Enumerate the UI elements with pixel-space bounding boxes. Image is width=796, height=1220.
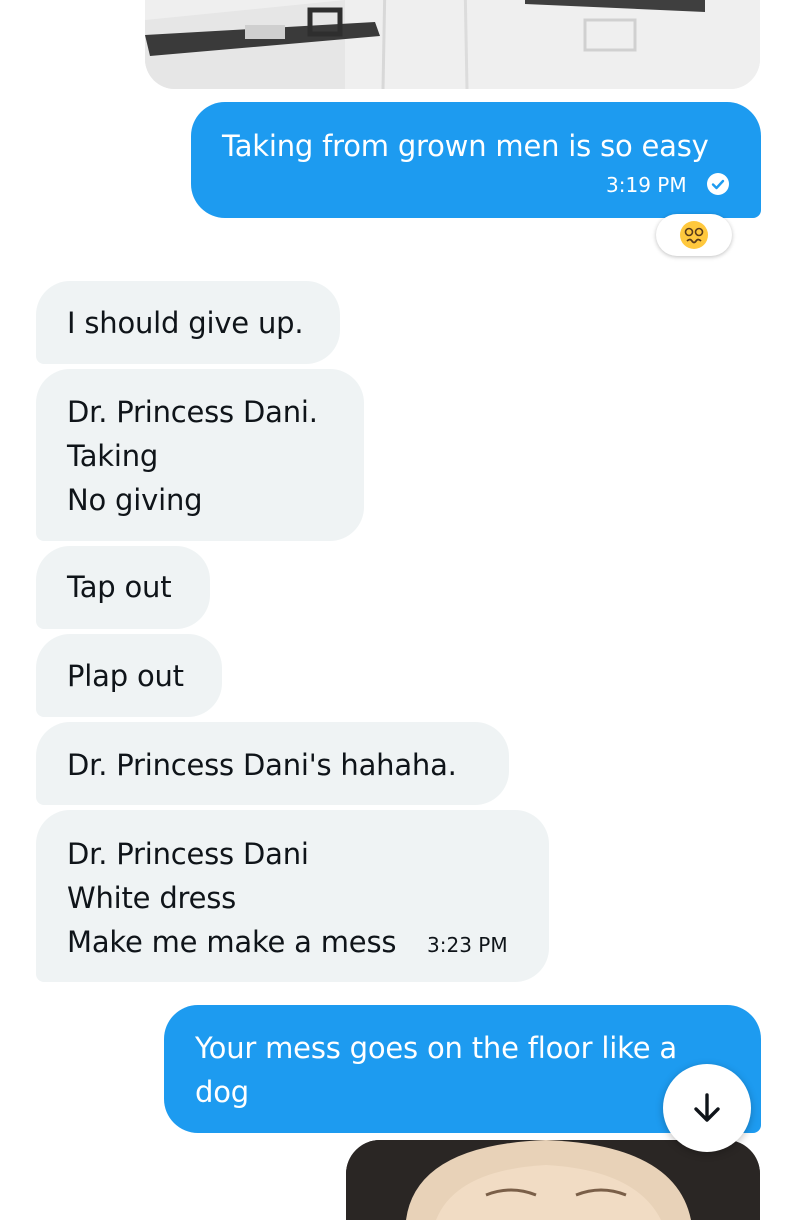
message-bubble-incoming[interactable]: Plap out: [36, 634, 222, 717]
message-text: Taking from grown men is so easy: [222, 129, 709, 163]
message-bubble-incoming[interactable]: Dr. Princess Dani's hahaha.: [36, 722, 509, 805]
message-text: Your mess goes on the floor like a dog: [195, 1031, 677, 1109]
photo-content: [145, 0, 760, 89]
message-text: Plap out: [67, 659, 184, 693]
message-bubble-incoming[interactable]: Dr. Princess Dani White dress Make me ma…: [36, 810, 549, 982]
message-text: I should give up.: [67, 306, 304, 340]
message-bubble-incoming[interactable]: Tap out: [36, 546, 210, 629]
scroll-to-bottom-button[interactable]: [663, 1064, 751, 1152]
message-timestamp: 3:23 PM: [427, 933, 508, 957]
attached-photo-bottom[interactable]: [346, 1140, 760, 1220]
message-reaction[interactable]: [656, 214, 732, 256]
message-bubble-incoming[interactable]: Dr. Princess Dani. Taking No giving: [36, 369, 364, 541]
woozy-face-icon: [680, 221, 708, 249]
message-bubble-outgoing[interactable]: Taking from grown men is so easy 3:19 PM: [191, 102, 761, 218]
check-circle-icon: [707, 173, 729, 195]
message-text: Tap out: [67, 570, 172, 604]
attached-photo-top[interactable]: [145, 0, 760, 89]
message-text: Dr. Princess Dani's hahaha.: [67, 748, 457, 782]
photo-content: [346, 1140, 760, 1220]
message-text: Dr. Princess Dani White dress Make me ma…: [67, 837, 397, 959]
message-timestamp: 3:19 PM: [606, 173, 687, 197]
message-text: Dr. Princess Dani. Taking No giving: [67, 395, 318, 517]
message-bubble-incoming[interactable]: I should give up.: [36, 281, 340, 364]
arrow-down-icon: [694, 1093, 720, 1122]
